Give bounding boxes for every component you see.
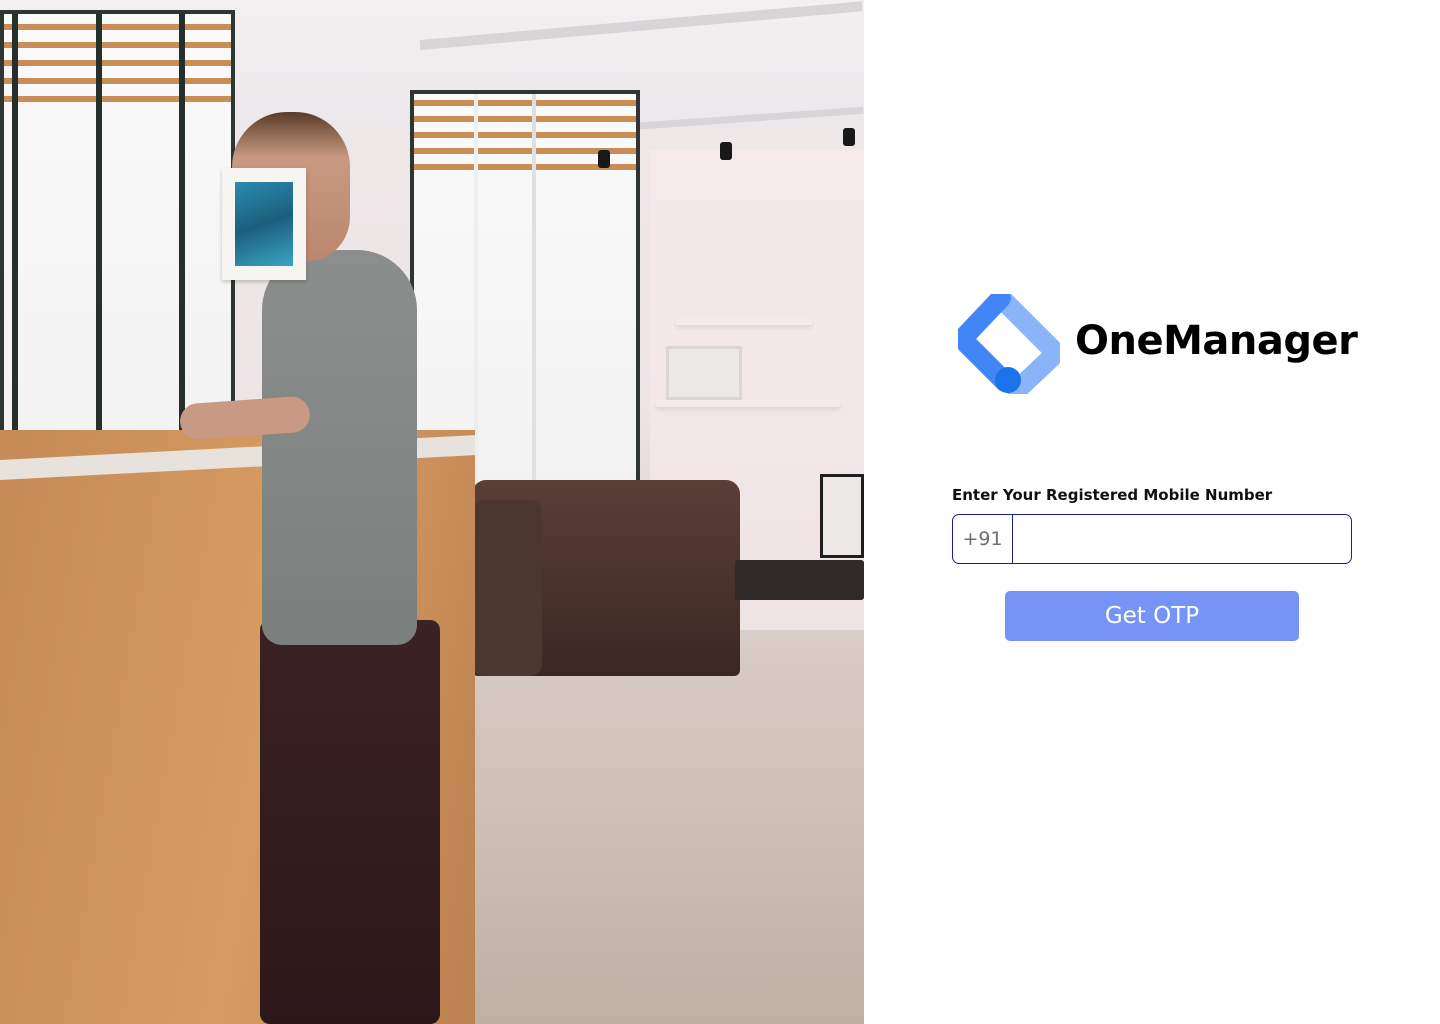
photo-frame bbox=[820, 474, 864, 558]
photo-person-shirt bbox=[262, 250, 417, 645]
photo-window bbox=[0, 10, 235, 460]
country-code-prefix: +91 bbox=[953, 515, 1013, 563]
mobile-number-field: +91 bbox=[952, 514, 1352, 564]
photo-shelf bbox=[676, 318, 812, 325]
photo-card-art bbox=[235, 182, 293, 266]
hero-photo bbox=[0, 0, 864, 1024]
brand-name: OneManager bbox=[1075, 318, 1358, 364]
get-otp-button[interactable]: Get OTP bbox=[1005, 591, 1299, 641]
photo-person-pants bbox=[260, 620, 440, 1024]
photo-lamp bbox=[598, 150, 610, 168]
photo-lamp bbox=[720, 142, 732, 160]
brand-logo bbox=[954, 288, 1064, 400]
mobile-number-label: Enter Your Registered Mobile Number bbox=[952, 486, 1273, 504]
photo-table bbox=[735, 560, 864, 600]
photo-sofa-arm bbox=[472, 500, 542, 676]
photo-shelf bbox=[656, 400, 840, 407]
diamond-tag-logo-icon bbox=[954, 288, 1064, 400]
mobile-number-input[interactable] bbox=[1013, 515, 1351, 563]
photo-lamp bbox=[843, 128, 855, 146]
photo-frame bbox=[666, 346, 742, 400]
